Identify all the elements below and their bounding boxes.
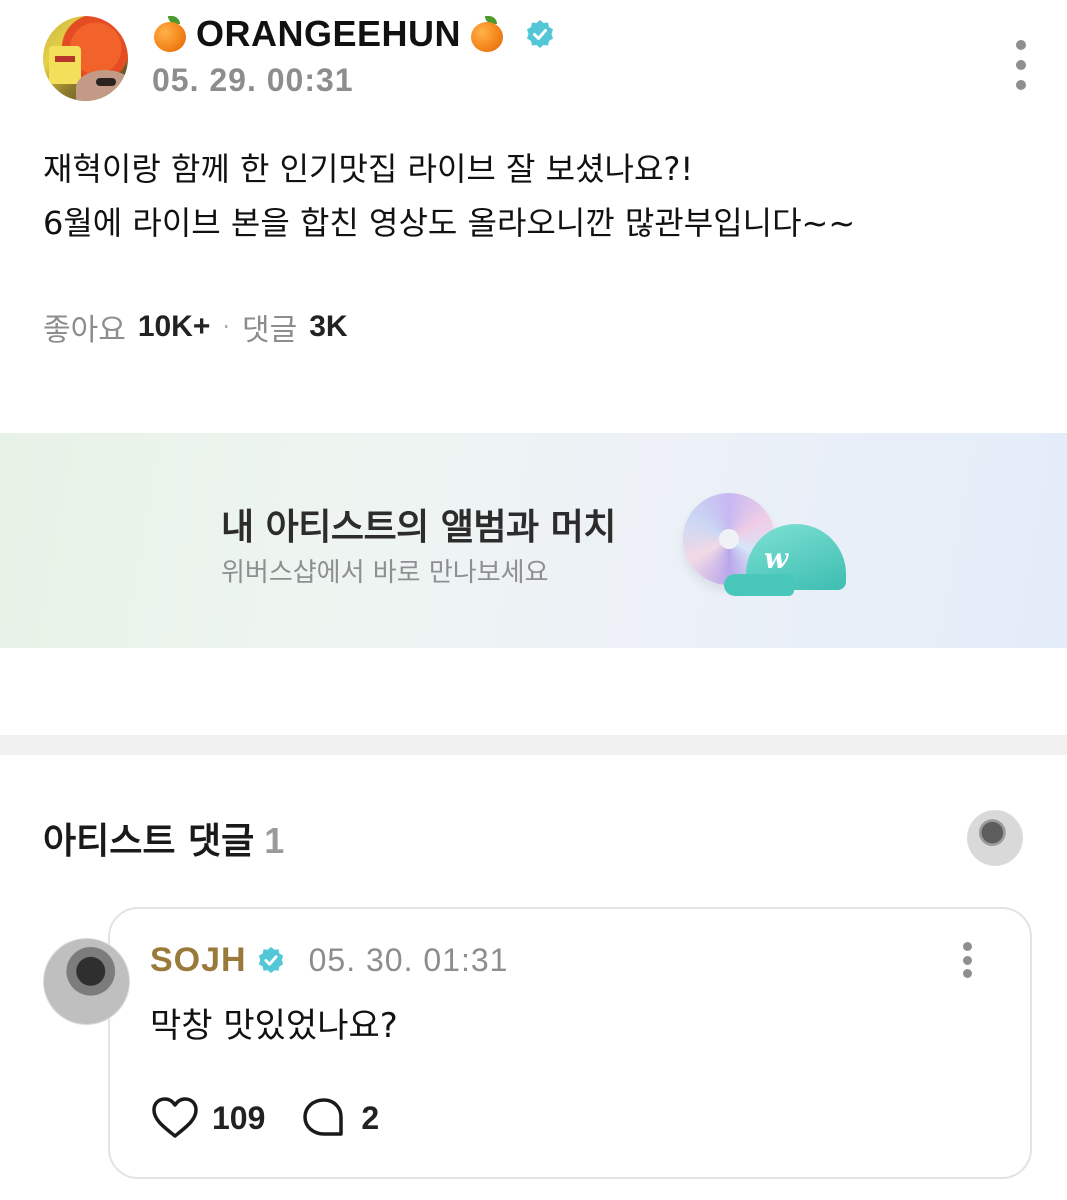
commenter-row: SOJH 05. 30. 01:31 xyxy=(150,938,508,982)
banner-title: 내 아티스트의 앨범과 머치 xyxy=(221,507,616,548)
speech-bubble-icon[interactable] xyxy=(301,1095,347,1141)
post-stats: 좋아요 10K+ · 댓글 3K xyxy=(43,305,348,349)
like-count[interactable]: 109 xyxy=(212,1100,265,1137)
artist-comments-count: 1 xyxy=(264,820,285,861)
comment-timestamp: 05. 30. 01:31 xyxy=(308,941,509,978)
post-body-line: 재혁이랑 함께 한 인기맛집 라이브 잘 보셨나요?! xyxy=(43,150,694,188)
likes-label: 좋아요 xyxy=(43,313,126,348)
verified-badge-icon xyxy=(258,946,283,974)
likes-count[interactable]: 10K+ xyxy=(138,310,211,344)
author-avatar[interactable] xyxy=(43,16,128,101)
avatar-detail xyxy=(49,46,81,84)
avatar-detail xyxy=(96,78,116,86)
section-divider xyxy=(0,735,1067,755)
post-body: 재혁이랑 함께 한 인기맛집 라이브 잘 보셨나요?! 6월에 라이브 본을 합… xyxy=(43,142,1033,250)
post-body-line: 6월에 라이브 본을 합친 영상도 올라오니깐 많관부입니다~~ xyxy=(43,204,856,242)
comment-actions: 109 2 xyxy=(150,1090,379,1146)
comment-more-options-icon[interactable] xyxy=(959,942,975,978)
comments-count[interactable]: 3K xyxy=(309,310,347,344)
orange-emoji-icon xyxy=(152,16,188,52)
merch-cap-icon: w xyxy=(724,524,848,596)
stats-separator: · xyxy=(222,313,231,341)
commenter-avatar[interactable] xyxy=(43,938,130,1025)
reply-count[interactable]: 2 xyxy=(361,1100,379,1137)
banner-subtitle: 위버스샵에서 바로 만나보세요 xyxy=(221,558,549,588)
author-display-name[interactable]: ORANGEEHUN xyxy=(196,13,461,55)
heart-icon[interactable] xyxy=(150,1096,200,1140)
avatar-detail xyxy=(55,56,75,62)
cap-logo: w xyxy=(764,542,789,575)
comments-label: 댓글 xyxy=(242,313,298,348)
commenter-name[interactable]: SOJH xyxy=(150,941,247,980)
artist-avatar-small[interactable] xyxy=(967,810,1023,866)
orange-emoji-icon xyxy=(469,16,505,52)
more-options-icon[interactable] xyxy=(1012,40,1030,90)
post-timestamp: 05. 29. 00:31 xyxy=(152,62,354,98)
comment-text: 막창 맛있었나요? xyxy=(150,1006,398,1046)
artist-comments-title: 아티스트 댓글 xyxy=(43,821,255,862)
author-name-row[interactable]: ORANGEEHUN xyxy=(152,12,555,56)
verified-badge-icon xyxy=(527,20,554,48)
artist-comments-header: 아티스트 댓글 1 xyxy=(43,812,284,864)
